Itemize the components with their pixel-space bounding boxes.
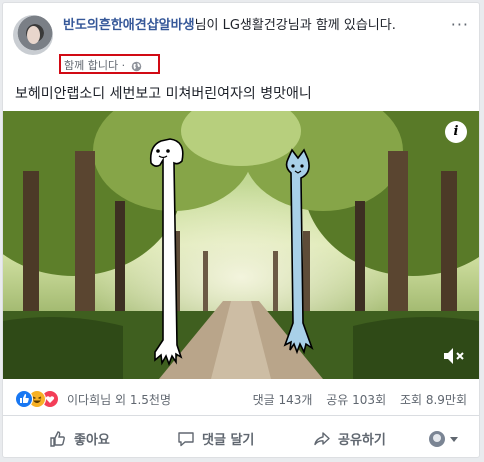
mute-icon[interactable] xyxy=(443,347,465,365)
highlight-box: 함께 합니다 · xyxy=(59,54,160,74)
info-button[interactable]: i xyxy=(445,121,467,143)
comment-label: 댓글 달기 xyxy=(202,433,255,448)
post-stats: 이다희님 외 1.5천명 댓글 143개 공유 103회 조회 8.9만회 xyxy=(3,381,479,416)
engagement-counts: 댓글 143개 공유 103회 조회 8.9만회 xyxy=(243,391,467,408)
like-reaction-icon xyxy=(15,390,33,408)
post-meta: 함께 합니다 · xyxy=(64,57,142,73)
post-card: 반도의흔한애견샵알바생님이 LG생활건강님과 함께 있습니다. ··· 함께 합… xyxy=(2,2,480,458)
share-count-link[interactable]: 공유 103회 xyxy=(326,393,386,407)
like-label: 좋아요 xyxy=(74,433,110,448)
post-as-selector[interactable] xyxy=(429,431,459,447)
more-options-button[interactable]: ··· xyxy=(451,15,469,34)
with-label[interactable]: 함께 합니다 xyxy=(64,59,118,72)
share-button[interactable]: 공유하기 xyxy=(313,429,386,448)
caret-down-icon xyxy=(450,437,458,442)
share-icon xyxy=(314,431,330,445)
profile-avatar-icon xyxy=(429,431,445,447)
thumbs-up-icon xyxy=(50,430,65,447)
meta-separator: · xyxy=(121,59,126,72)
video-frame xyxy=(3,111,479,379)
author-name[interactable]: 반도의흔한애견샵알바생 xyxy=(63,18,195,33)
headline-rest: 님이 LG생활건강님과 함께 있습니다. xyxy=(194,18,396,33)
comment-count-link[interactable]: 댓글 143개 xyxy=(253,393,313,407)
share-label: 공유하기 xyxy=(338,433,386,448)
like-button[interactable]: 좋아요 xyxy=(49,429,110,448)
comment-icon xyxy=(178,431,194,446)
globe-icon[interactable] xyxy=(131,61,142,72)
post-headline: 반도의흔한애견샵알바생님이 LG생활건강님과 함께 있습니다. xyxy=(63,16,443,35)
view-count: 조회 8.9만회 xyxy=(399,393,467,407)
comment-button[interactable]: 댓글 달기 xyxy=(177,429,254,448)
reactor-count-link[interactable]: 이다희님 외 1.5천명 xyxy=(67,391,171,408)
post-actions-bar: 좋아요 댓글 달기 공유하기 xyxy=(3,417,479,459)
post-text: 보헤미안랩소디 세번보고 미쳐버린여자의 병맛애니 xyxy=(15,86,312,102)
video-player[interactable]: i xyxy=(3,111,479,379)
author-avatar[interactable] xyxy=(13,15,53,55)
